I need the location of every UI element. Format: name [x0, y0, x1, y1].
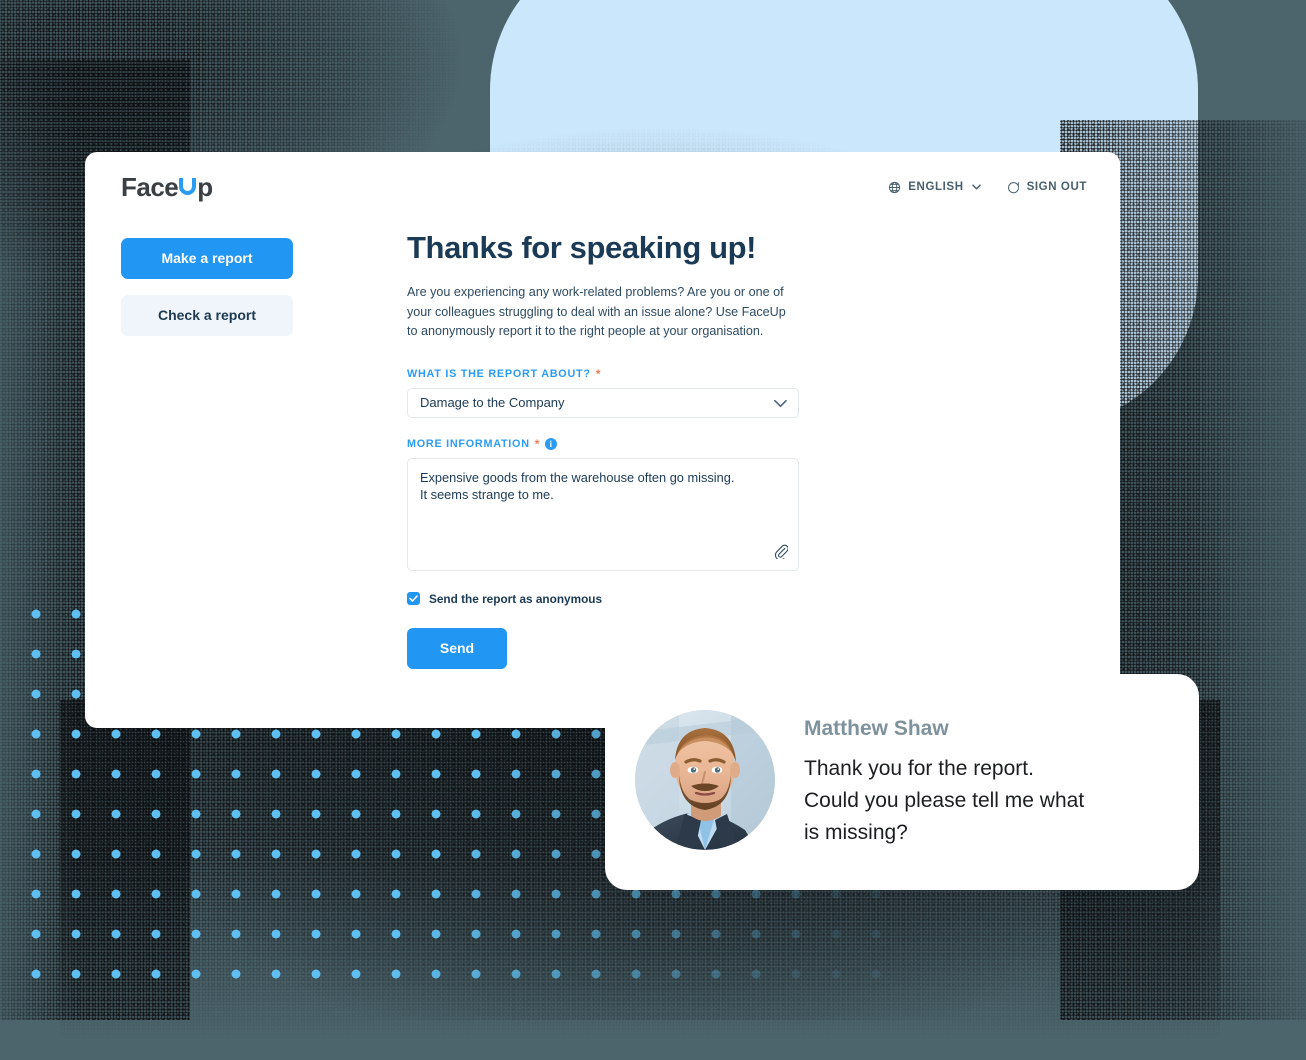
sidebar: Make a report Check a report: [121, 238, 293, 352]
chat-message-text: Thank you for the report. Could you plea…: [804, 757, 1085, 844]
sign-out-label: SIGN OUT: [1026, 181, 1087, 193]
anonymous-checkbox-row[interactable]: Send the report as anonymous: [407, 592, 827, 606]
page-title: Thanks for speaking up!: [407, 230, 757, 265]
logo-text-p: p: [197, 171, 213, 202]
language-label: ENGLISH: [908, 181, 964, 193]
app-window: Face p ENGLISH SIGN OUT Make a report Ch…: [85, 152, 1120, 728]
more-information-textarea[interactable]: Expensive goods from the warehouse often…: [407, 457, 799, 571]
more-information-value: Expensive goods from the warehouse often…: [420, 469, 735, 503]
sign-out-button[interactable]: SIGN OUT: [1007, 181, 1087, 194]
globe-icon: [888, 181, 901, 194]
more-information-label-text: MORE INFORMATION: [407, 437, 530, 450]
chat-author-name: Matthew Shaw: [804, 717, 949, 740]
main-content: Thanks for speaking up! Are you experien…: [407, 230, 827, 669]
logo-u-icon: [179, 177, 197, 195]
sidebar-item-make-a-report[interactable]: Make a report: [121, 238, 293, 279]
page-description: Are you experiencing any work-related pr…: [407, 285, 786, 339]
chat-body: Matthew Shaw Thank you for the report. C…: [804, 710, 1084, 849]
info-icon[interactable]: i: [545, 437, 558, 450]
logo-text-face: Face: [121, 171, 179, 202]
chat-message-card: Matthew Shaw Thank you for the report. C…: [605, 674, 1199, 890]
avatar-photo: [635, 710, 775, 850]
report-about-label-text: WHAT IS THE REPORT ABOUT?: [407, 367, 591, 380]
required-asterisk: *: [595, 366, 602, 381]
report-about-select[interactable]: Damage to the Company: [407, 387, 799, 418]
report-about-value: Damage to the Company: [420, 395, 565, 411]
chevron-down-icon: [774, 395, 787, 410]
page-root: Face p ENGLISH SIGN OUT Make a report Ch…: [0, 0, 1306, 1060]
anonymous-checkbox-label[interactable]: Send the report as anonymous: [429, 592, 602, 606]
header-actions: ENGLISH SIGN OUT: [888, 181, 1087, 194]
attach-file-button[interactable]: [774, 544, 789, 562]
faceup-logo: Face p: [121, 172, 213, 203]
more-information-label: MORE INFORMATION * i: [407, 436, 827, 451]
language-selector[interactable]: ENGLISH: [888, 181, 981, 194]
required-asterisk: *: [534, 436, 541, 451]
send-button[interactable]: Send: [407, 627, 507, 669]
paperclip-icon: [774, 544, 789, 562]
anonymous-checkbox[interactable]: [407, 592, 420, 606]
avatar: [635, 710, 775, 850]
sidebar-item-check-a-report[interactable]: Check a report: [121, 295, 293, 336]
app-header: Face p ENGLISH SIGN OUT: [85, 152, 1120, 222]
chevron-down-icon: [971, 184, 981, 190]
sign-out-icon: [1007, 181, 1020, 194]
report-about-label: WHAT IS THE REPORT ABOUT? *: [407, 368, 827, 380]
